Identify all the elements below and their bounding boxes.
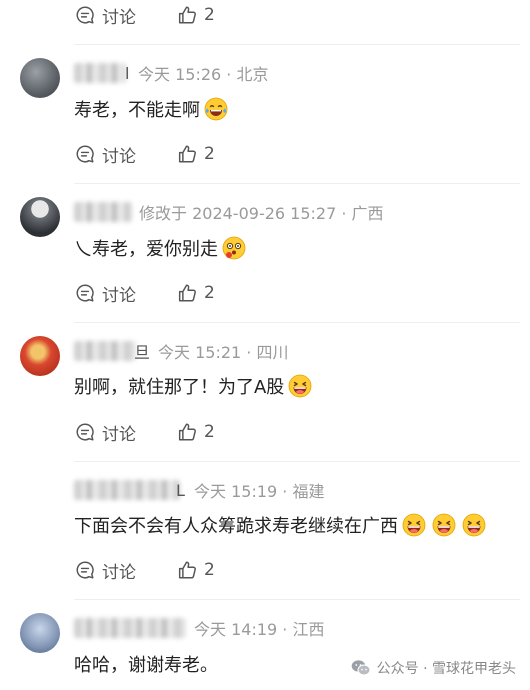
- source-watermark: 公众号 · 雪球花甲老头: [351, 658, 516, 678]
- like-count: 2: [204, 5, 215, 25]
- like-button[interactable]: 2: [176, 559, 215, 581]
- comment-text: 别啊，就住那了！为了A股: [74, 372, 312, 400]
- comment-text-content: 别啊，就住那了！为了A股: [74, 377, 285, 398]
- comment-actions: 讨论 2: [74, 557, 215, 583]
- comment-meta: 今天 15:21 · 四川: [158, 343, 289, 362]
- comment-meta: 修改于 2024-09-26 15:27 · 广西: [139, 204, 384, 223]
- comment-text-content: 乀寿老，爱你别走: [74, 239, 218, 260]
- username-blurred[interactable]: [74, 480, 180, 500]
- comment-actions: 讨论 2: [74, 2, 215, 28]
- divider: [74, 44, 520, 45]
- comment-icon: [74, 4, 96, 26]
- avatar[interactable]: [20, 613, 60, 653]
- comment-meta: 今天 15:26 · 北京: [138, 65, 269, 84]
- comment-meta: 今天 14:19 · 江西: [194, 620, 325, 639]
- username-blurred[interactable]: [74, 202, 132, 222]
- discuss-label: 讨论: [102, 285, 136, 306]
- username-tail: l: [125, 63, 130, 83]
- like-count: 2: [204, 422, 215, 442]
- laughing-crying-emoji-icon: [204, 97, 228, 121]
- divider: [74, 183, 520, 184]
- discuss-button[interactable]: 讨论: [74, 142, 136, 167]
- username-tail: 旦: [134, 343, 151, 362]
- avatar[interactable]: [20, 58, 60, 98]
- like-count: 2: [204, 144, 215, 164]
- divider: [74, 599, 520, 600]
- comment-text: 寿老，不能走啊: [74, 95, 228, 123]
- wechat-icon: [351, 660, 371, 676]
- avatar[interactable]: [20, 197, 60, 237]
- comment-icon: [74, 282, 96, 304]
- comment-meta: 今天 15:19 · 福建: [194, 482, 325, 501]
- discuss-label: 讨论: [102, 562, 136, 583]
- comment-icon: [74, 143, 96, 165]
- username-blurred[interactable]: [74, 618, 186, 638]
- discuss-button[interactable]: 讨论: [74, 3, 136, 28]
- like-count: 2: [204, 283, 215, 303]
- discuss-button[interactable]: 讨论: [74, 420, 136, 445]
- thumb-up-icon: [176, 4, 198, 26]
- thumb-up-icon: [176, 559, 198, 581]
- grinning-emoji-icon: [288, 374, 312, 398]
- grinning-emoji-icon: [402, 513, 426, 537]
- thumb-up-icon: [176, 143, 198, 165]
- like-button[interactable]: 2: [176, 282, 215, 304]
- username-blurred[interactable]: [74, 63, 126, 83]
- comment-icon: [74, 421, 96, 443]
- like-button[interactable]: 2: [176, 4, 215, 26]
- like-button[interactable]: 2: [176, 143, 215, 165]
- thumb-up-icon: [176, 282, 198, 304]
- avatar[interactable]: [20, 336, 60, 376]
- comment-text-content: 哈哈，谢谢寿老。: [74, 655, 218, 676]
- discuss-label: 讨论: [102, 7, 136, 28]
- comment-text: 乀寿老，爱你别走: [74, 234, 246, 262]
- comment-text: 哈哈，谢谢寿老。: [74, 650, 218, 678]
- comment-actions: 讨论 2: [74, 141, 215, 167]
- divider: [74, 461, 520, 462]
- discuss-button[interactable]: 讨论: [74, 281, 136, 306]
- grinning-emoji-icon: [432, 513, 456, 537]
- grinning-emoji-icon: [462, 513, 486, 537]
- discuss-label: 讨论: [102, 146, 136, 167]
- source-label: 公众号 · 雪球花甲老头: [376, 661, 516, 677]
- thumb-up-icon: [176, 421, 198, 443]
- comment-icon: [74, 559, 96, 581]
- username-tail: L: [176, 480, 185, 500]
- comment-actions: 讨论 2: [74, 419, 215, 445]
- discuss-button[interactable]: 讨论: [74, 558, 136, 583]
- discuss-label: 讨论: [102, 424, 136, 445]
- username-blurred[interactable]: [74, 341, 136, 361]
- comment-text-content: 下面会不会有人众筹跪求寿老继续在广西: [74, 516, 398, 537]
- divider: [74, 322, 520, 323]
- comment-actions: 讨论 2: [74, 280, 215, 306]
- comment-text: 下面会不会有人众筹跪求寿老继续在广西: [74, 511, 486, 539]
- like-count: 2: [204, 560, 215, 580]
- like-button[interactable]: 2: [176, 421, 215, 443]
- comment-text-content: 寿老，不能走啊: [74, 100, 200, 121]
- dizzy-emoji-icon: [222, 236, 246, 260]
